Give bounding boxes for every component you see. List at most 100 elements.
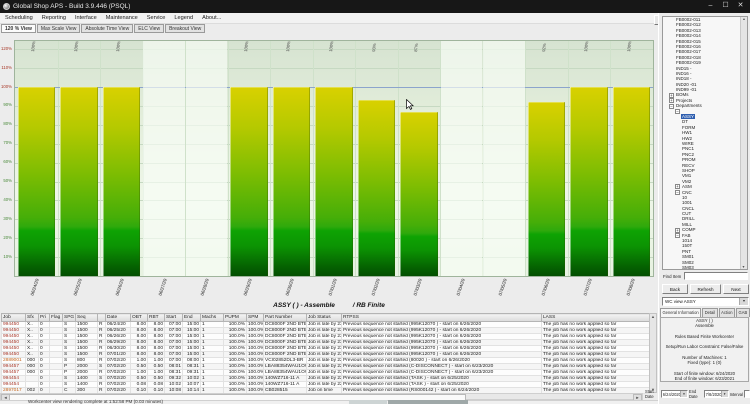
tab-general-information[interactable]: General Information — [660, 308, 701, 317]
tab-action[interactable]: Action — [719, 308, 735, 317]
column-header-job-status[interactable]: Job Status — [307, 314, 342, 322]
wc-view-dropdown[interactable]: WC view ASSY ▼ — [662, 297, 749, 306]
capacity-bar[interactable] — [103, 87, 141, 276]
table-row[interactable]: 994450X..0S1500R06/25/208.008.0007:0015:… — [2, 328, 650, 334]
tab-120-view[interactable]: 120 % View — [1, 24, 36, 33]
tree-item-label: IND20 -01 — [675, 82, 698, 87]
table-row[interactable]: 9944540S1400R07/02/200.080.0810:0210:071… — [2, 382, 650, 388]
start-date-label: Start Date — [645, 389, 660, 399]
column-header-lass[interactable]: LASS — [542, 314, 650, 322]
collapse-icon[interactable]: − — [675, 109, 680, 114]
table-row[interactable]: 994450X..0S1500R06/24/208.008.0007:0015:… — [2, 322, 650, 328]
column-header-start[interactable]: Start — [165, 314, 183, 322]
end-date-dropdown[interactable]: 7/8/2020▼ — [704, 390, 729, 398]
column-header-spg[interactable]: SPG — [63, 314, 76, 322]
column-header-seq[interactable]: Seq — [76, 314, 98, 322]
back-button[interactable]: Back — [662, 284, 688, 294]
chevron-down-icon[interactable]: ▼ — [739, 298, 748, 305]
tree-item-label: FB0002-019 — [675, 60, 702, 65]
cell: DC8000F 2ND BTB — [264, 340, 307, 346]
tab-absolute-time-view[interactable]: Absolute Time View — [81, 24, 133, 33]
tree-item-label: CNCL — [681, 206, 695, 211]
tree-item-label: FB0002-016 — [675, 44, 702, 49]
next-button[interactable]: Next — [723, 284, 749, 294]
column-header-sfx[interactable]: Sfx — [26, 314, 39, 322]
tree-item-label: 10 — [681, 195, 688, 200]
column-header-job[interactable]: Job — [2, 314, 26, 322]
refresh-button[interactable]: Refresh — [690, 284, 721, 294]
column-header-flag[interactable]: Flag — [50, 314, 63, 322]
table-row[interactable]: 28890010000S800R07/02/201.001.0007:0008:… — [2, 358, 650, 364]
tab-gab[interactable]: GAB — [736, 308, 750, 317]
expand-icon[interactable]: + — [675, 184, 680, 189]
tree-item-label: FB0002-017 — [675, 49, 702, 54]
capacity-bar[interactable] — [528, 102, 566, 276]
chevron-down-icon[interactable]: ▼ — [680, 391, 687, 397]
cell: Job is late by 2284 d.. — [307, 364, 342, 370]
tab-max-scale-view[interactable]: Max Scale View — [37, 24, 80, 33]
menu-item-about[interactable]: About... — [202, 15, 221, 21]
column-header-machs[interactable]: Machs — [201, 314, 224, 322]
table-row[interactable]: 994450X..0S1500R06/26/208.008.0007:0015:… — [2, 334, 650, 340]
tab-elc-view[interactable]: ELC View — [134, 24, 164, 33]
scroll-up-icon[interactable]: ▲ — [742, 17, 745, 21]
info-line: End of finite window: 6/23/2021 — [661, 376, 748, 381]
empty-day-slot — [143, 41, 185, 276]
capacity-bar[interactable] — [18, 87, 56, 276]
table-row[interactable]: 994450X..0S1500R06/29/208.008.0007:0015:… — [2, 340, 650, 346]
menu-item-maintenance[interactable]: Maintenance — [106, 15, 138, 21]
column-header-spm[interactable]: SPM — [247, 314, 264, 322]
find-item-input[interactable] — [684, 272, 748, 280]
table-row[interactable]: 9944570000P2000S07/02/200.500.5008:0108:… — [2, 364, 650, 370]
status-bar: Workcenter view rendering complete at 1:… — [0, 400, 750, 404]
capacity-bar[interactable] — [613, 87, 651, 276]
chart-title: ASSY ( ) - Assemble / RB Finite — [0, 302, 658, 309]
scroll-up-icon[interactable]: ▲ — [651, 314, 655, 319]
menu-item-reporting[interactable]: Reporting — [42, 15, 66, 21]
start-date-dropdown[interactable]: 6/24/2020▼ — [661, 390, 688, 398]
interval-input[interactable] — [744, 390, 750, 398]
column-header-obt[interactable]: OBT — [131, 314, 148, 322]
column-header-blank[interactable] — [98, 314, 106, 322]
capacity-bar[interactable] — [400, 112, 438, 276]
capacity-bar[interactable] — [60, 87, 98, 276]
capacity-bar[interactable] — [273, 87, 311, 276]
tree-item-sm03[interactable]: SM03 — [663, 265, 747, 270]
capacity-bar[interactable] — [358, 100, 396, 276]
maximize-button[interactable]: ☐ — [718, 0, 733, 12]
capacity-bar[interactable] — [315, 87, 353, 276]
column-header-date[interactable]: Date — [106, 314, 131, 322]
capacity-bar[interactable] — [570, 87, 608, 276]
menu-item-legend[interactable]: Legend — [174, 15, 193, 21]
menu-item-scheduling[interactable]: Scheduling — [5, 15, 33, 21]
column-header-rbt[interactable]: RBT — [148, 314, 165, 322]
table-vertical-scrollbar[interactable]: ▲▼ — [649, 313, 657, 393]
capacity-bar[interactable] — [230, 87, 268, 276]
scroll-down-icon[interactable]: ▼ — [741, 265, 746, 269]
table-row[interactable]: 994450X..0S1500R07/01/208.008.0007:0015:… — [2, 352, 650, 358]
minimize-button[interactable]: – — [703, 0, 718, 12]
y-axis-tick-label: 100% — [0, 84, 12, 89]
column-header-pupm[interactable]: PUPM — [224, 314, 247, 322]
column-header-end[interactable]: End — [183, 314, 201, 322]
mouse-cursor — [406, 99, 414, 110]
table-row[interactable]: 9944540S1400S07/02/200.500.5009:3210:021… — [2, 376, 650, 382]
collapse-icon[interactable]: − — [669, 104, 674, 109]
close-button[interactable]: ✕ — [733, 0, 748, 12]
column-header-pri[interactable]: Pri — [39, 314, 50, 322]
cell: VCI02852DL3-BR — [264, 358, 307, 364]
menu-item-service[interactable]: Service — [147, 15, 166, 21]
collapse-icon[interactable]: − — [675, 190, 680, 195]
column-header-part-number[interactable]: Part Number — [264, 314, 307, 322]
column-header-rtpss[interactable]: RTPSS — [342, 314, 542, 322]
chevron-down-icon[interactable]: ▼ — [721, 391, 728, 397]
tab-detail[interactable]: Detail — [702, 308, 717, 317]
table-row[interactable]: 994450X..0S1500R06/30/208.008.0007:0015:… — [2, 346, 650, 352]
collapse-icon[interactable]: − — [675, 233, 680, 238]
gridline-v — [610, 41, 611, 276]
menu-item-interface[interactable]: Interface — [75, 15, 97, 21]
expand-icon[interactable]: + — [675, 228, 680, 233]
table-row[interactable]: 9944570000P2000R07/02/201.001.0008:3109:… — [2, 370, 650, 376]
tab-breakout-view[interactable]: Breakout View — [165, 24, 205, 33]
tree-scrollbar[interactable]: ▲▼ — [740, 17, 747, 269]
